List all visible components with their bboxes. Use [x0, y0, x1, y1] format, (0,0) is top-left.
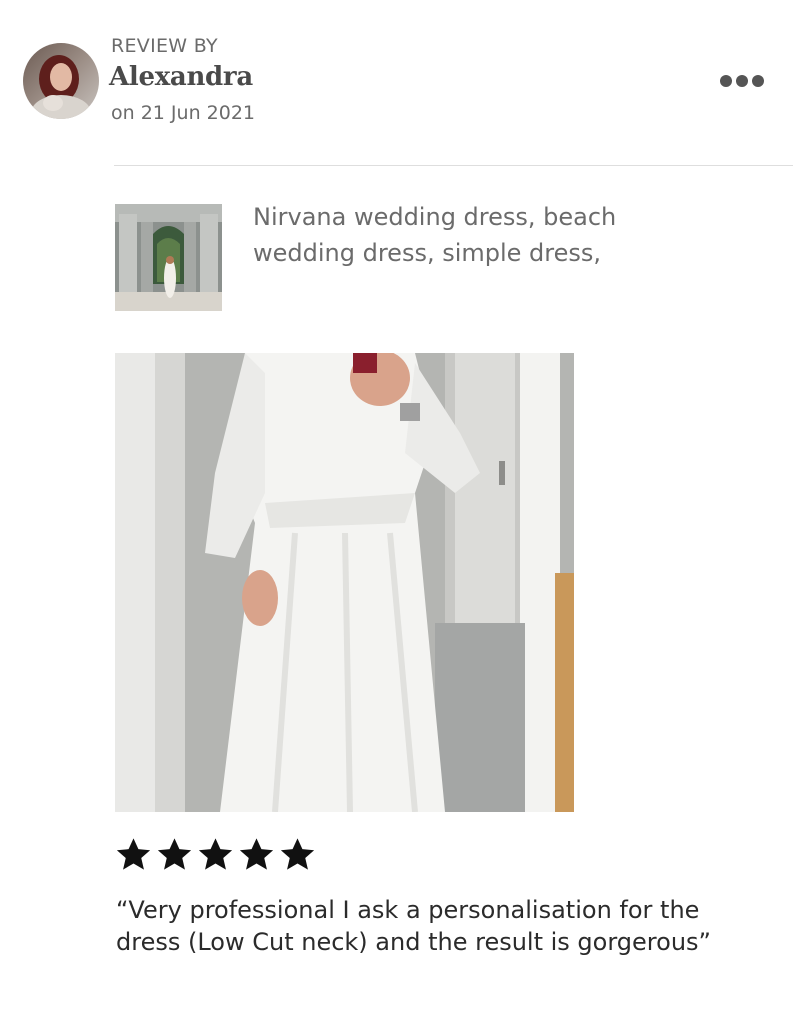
avatar-image [23, 43, 99, 119]
review-photo-image [115, 353, 574, 812]
review-by-label: REVIEW BY [111, 35, 218, 57]
reviewer-avatar[interactable] [23, 43, 99, 119]
star-filled-icon [198, 838, 233, 870]
listing-title-link[interactable]: Nirvana wedding dress, beach wedding dre… [253, 199, 713, 271]
star-filled-icon [157, 838, 192, 870]
listing-image [115, 204, 222, 311]
review-text: “Very professional I ask a personalisati… [116, 896, 711, 956]
star-rating [114, 836, 317, 874]
header-divider [114, 165, 793, 166]
reviewer-name[interactable]: Alexandra [109, 62, 253, 92]
star-filled-icon [280, 838, 315, 870]
more-options-button[interactable] [714, 69, 768, 93]
star-filled-icon [116, 838, 151, 870]
star-filled-icon [239, 838, 274, 870]
review-date: on 21 Jun 2021 [111, 102, 256, 124]
more-horizontal-icon [720, 75, 764, 87]
review-photo[interactable] [115, 353, 574, 812]
listing-thumbnail[interactable] [115, 204, 222, 311]
